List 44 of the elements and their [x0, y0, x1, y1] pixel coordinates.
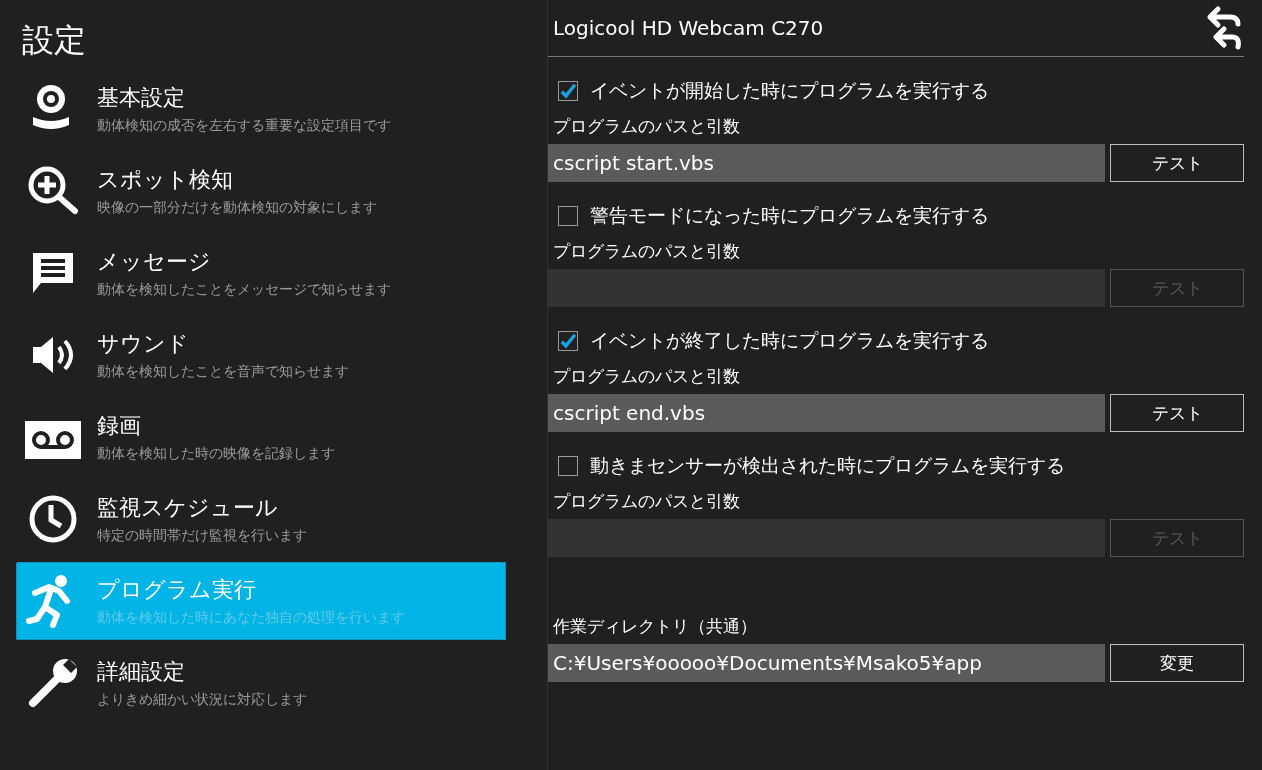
- sidebar-item[interactable]: サウンド 動体を検知したことを音声で知らせます: [16, 316, 506, 394]
- checkbox-label: 動きまセンサーが検出された時にプログラムを実行する: [590, 453, 1065, 478]
- checkbox[interactable]: [558, 81, 578, 101]
- checkbox-label: イベントが開始した時にプログラムを実行する: [590, 78, 989, 103]
- item-title: 詳細設定: [97, 658, 186, 686]
- field-label: プログラムのパスと引数: [553, 365, 741, 388]
- text-field[interactable]: cscript end.vbs: [548, 394, 1105, 432]
- checkbox[interactable]: [558, 456, 578, 476]
- sidebar-item[interactable]: 詳細設定 よりきめ細かい状況に対応します: [16, 644, 506, 722]
- sidebar-item[interactable]: 基本設定 動体検知の成否を左右する重要な設定項目です: [16, 70, 506, 148]
- item-description: 動体を検知した時にあなた独自の処理を行います: [97, 608, 405, 626]
- item-title: 監視スケジュール: [97, 494, 279, 522]
- change-button[interactable]: 変更: [1110, 644, 1244, 682]
- test-button[interactable]: テスト: [1110, 394, 1244, 432]
- checkbox[interactable]: [558, 331, 578, 351]
- item-description: 動体を検知したことをメッセージで知らせます: [97, 280, 391, 298]
- sidebar-item[interactable]: 監視スケジュール 特定の時間帯だけ監視を行います: [16, 480, 506, 558]
- item-description: 特定の時間帯だけ監視を行います: [97, 526, 307, 544]
- test-button[interactable]: テスト: [1110, 144, 1244, 182]
- sidebar-item[interactable]: 録画 動体を検知した時の映像を記録します: [16, 398, 506, 476]
- item-description: 映像の一部分だけを動体検知の対象にします: [97, 198, 377, 216]
- item-title: メッセージ: [97, 248, 212, 276]
- item-title: サウンド: [97, 330, 190, 358]
- sidebar-item[interactable]: スポット検知 映像の一部分だけを動体検知の対象にします: [16, 152, 506, 230]
- field-label: プログラムのパスと引数: [553, 240, 741, 263]
- item-title: プログラム実行: [97, 576, 257, 604]
- checkbox[interactable]: [558, 206, 578, 226]
- item-description: 動体を検知した時の映像を記録します: [97, 444, 335, 462]
- text-field[interactable]: C:¥Users¥ooooo¥Documents¥Msako5¥app: [548, 644, 1105, 682]
- sidebar-title: 設定: [22, 20, 86, 61]
- device-title: Logicool HD Webcam C270: [553, 16, 824, 40]
- item-description: よりきめ細かい状況に対応します: [97, 690, 307, 708]
- field-label: 作業ディレクトリ（共通）: [553, 615, 758, 638]
- sidebar-item[interactable]: メッセージ 動体を検知したことをメッセージで知らせます: [16, 234, 506, 312]
- field-label: プログラムのパスと引数: [553, 490, 741, 513]
- item-description: 動体検知の成否を左右する重要な設定項目です: [97, 116, 391, 134]
- text-field[interactable]: cscript start.vbs: [548, 144, 1105, 182]
- checkbox-label: 警告モードになった時にプログラムを実行する: [590, 203, 989, 228]
- item-description: 動体を検知したことを音声で知らせます: [97, 362, 349, 380]
- item-title: 録画: [97, 412, 142, 440]
- item-title: スポット検知: [97, 166, 234, 194]
- checkbox-label: イベントが終了した時にプログラムを実行する: [590, 328, 989, 353]
- field-label: プログラムのパスと引数: [553, 115, 741, 138]
- item-title: 基本設定: [97, 84, 186, 112]
